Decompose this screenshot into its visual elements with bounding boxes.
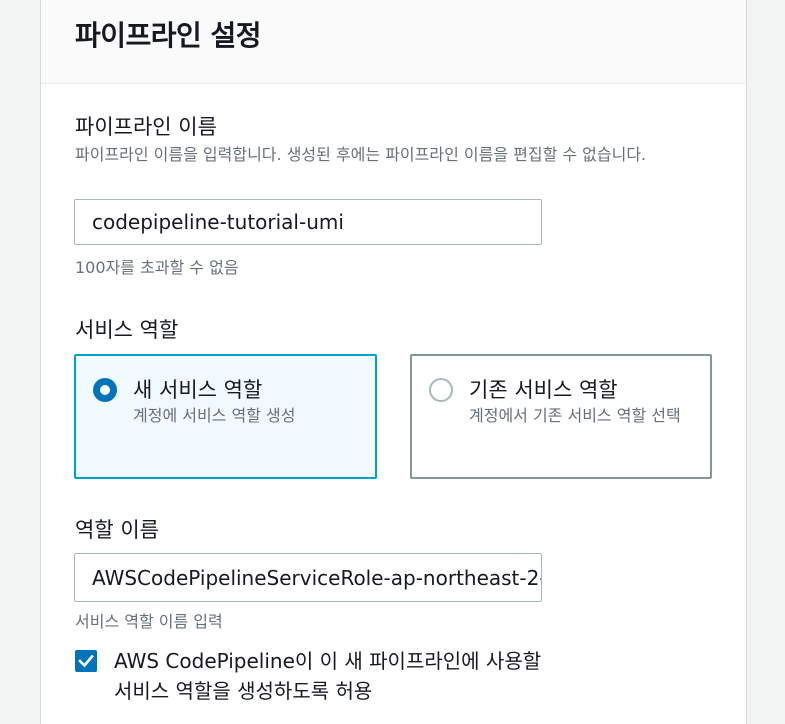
role-name-input[interactable]: AWSCodePipelineServiceRole-ap-northeast-… [74,553,542,602]
new-service-role-description: 계정에 서비스 역할 생성 [133,406,296,425]
new-service-role-title: 새 서비스 역할 [133,378,263,402]
service-role-label: 서비스 역할 [75,318,179,342]
existing-service-role-tile[interactable]: 기존 서비스 역할 계정에서 기존 서비스 역할 선택 [410,354,712,479]
new-service-role-tile[interactable]: 새 서비스 역할 계정에 서비스 역할 생성 [74,354,377,479]
existing-service-role-description: 계정에서 기존 서비스 역할 선택 [469,406,681,425]
pipeline-name-label: 파이프라인 이름 [75,115,217,139]
pipeline-name-input[interactable]: codepipeline-tutorial-umi [74,199,542,245]
panel-header: 파이프라인 설정 [41,0,746,84]
existing-service-role-radio[interactable] [429,378,453,402]
role-name-value: AWSCodePipelineServiceRole-ap-northeast-… [92,566,541,590]
page-title: 파이프라인 설정 [75,19,262,52]
allow-role-creation-label[interactable]: AWS CodePipeline이 이 새 파이프라인에 사용할 서비스 역할을… [114,646,554,706]
role-name-label: 역할 이름 [75,518,159,542]
allow-role-creation-checkbox[interactable] [75,650,97,672]
existing-service-role-title: 기존 서비스 역할 [469,378,618,402]
pipeline-name-constraint: 100자를 초과할 수 없음 [75,258,239,277]
pipeline-name-description: 파이프라인 이름을 입력합니다. 생성된 후에는 파이프라인 이름을 편집할 수… [75,145,647,164]
checkmark-icon [78,654,94,668]
new-service-role-radio[interactable] [93,378,117,402]
role-name-hint: 서비스 역할 이름 입력 [75,612,223,631]
pipeline-name-value: codepipeline-tutorial-umi [92,210,344,234]
